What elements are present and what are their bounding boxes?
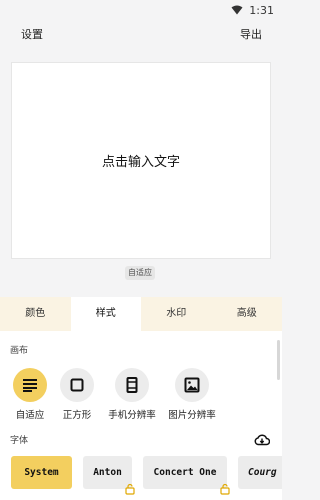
- canvas-section-title: 画布: [10, 346, 29, 356]
- phone-frame-icon: [126, 377, 138, 393]
- tab-color[interactable]: 颜色: [0, 297, 71, 331]
- ratio-option-phone[interactable]: 手机分辨率: [102, 368, 162, 421]
- lock-icon: [125, 483, 135, 495]
- ratio-option-label: 图片分辨率: [168, 410, 216, 421]
- ratio-option-square[interactable]: 正方形: [47, 368, 107, 421]
- export-button[interactable]: 导出: [240, 26, 262, 42]
- top-bar: 设置 导出: [0, 22, 282, 46]
- font-option-courgette[interactable]: Courg: [238, 456, 282, 489]
- font-option-label: Concert One: [153, 467, 217, 478]
- tab-watermark[interactable]: 水印: [141, 297, 212, 331]
- canvas-placeholder-text[interactable]: 点击输入文字: [102, 151, 180, 170]
- ratio-option-label: 正方形: [62, 410, 92, 421]
- font-option-system[interactable]: System: [11, 456, 72, 489]
- font-option-anton[interactable]: Anton: [83, 456, 135, 495]
- lock-icon: [220, 483, 230, 495]
- font-option-concert-one[interactable]: Concert One: [143, 456, 230, 495]
- image-icon: [184, 377, 200, 393]
- ratio-option-label: 手机分辨率: [108, 410, 156, 421]
- status-time: 1:31: [249, 3, 274, 17]
- tab-bar: 颜色 样式 水印 高级: [0, 297, 282, 331]
- font-section-title: 字体: [10, 436, 29, 446]
- tab-advanced[interactable]: 高级: [212, 297, 283, 331]
- wifi-icon: [231, 5, 243, 15]
- tab-style[interactable]: 样式: [70, 297, 141, 331]
- ratio-badge: 自适应: [125, 266, 155, 280]
- settings-button[interactable]: 设置: [21, 26, 43, 42]
- font-list: System Anton Concert One Courg: [0, 453, 282, 495]
- screen: 1:31 设置 导出 点击输入文字 自适应 颜色 样式 水印 高级 画布 自适应: [0, 0, 282, 500]
- font-option-label: System: [24, 467, 59, 478]
- font-option-label: Courg: [248, 467, 277, 478]
- status-bar: 1:31: [0, 0, 282, 20]
- align-lines-icon: [23, 379, 37, 392]
- font-option-label: Anton: [93, 467, 122, 478]
- ratio-option-image[interactable]: 图片分辨率: [162, 368, 222, 421]
- square-icon: [70, 378, 84, 392]
- canvas-preview[interactable]: 点击输入文字: [11, 62, 271, 259]
- panel-scrollbar[interactable]: [277, 340, 280, 380]
- download-icon[interactable]: [254, 432, 270, 448]
